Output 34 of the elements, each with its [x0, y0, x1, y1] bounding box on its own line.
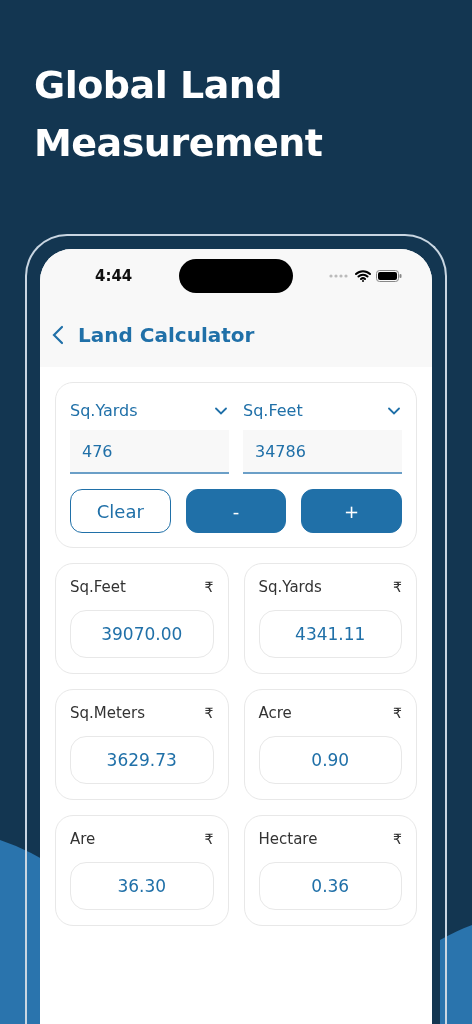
back-icon[interactable] — [52, 324, 64, 345]
wifi-icon — [355, 269, 371, 282]
unit-dropdown[interactable]: Sq.Yards — [70, 401, 138, 420]
unit-label: Sq.Yards — [258, 578, 322, 596]
chevron-down-icon[interactable] — [388, 406, 400, 415]
battery-icon — [376, 269, 402, 282]
currency-sign: ₹ — [204, 705, 214, 721]
currency-sign: ₹ — [393, 579, 402, 595]
result-value: 36.30 — [70, 862, 214, 910]
unit-label: Are — [70, 830, 96, 848]
screen-title: Land Calculator — [78, 322, 255, 347]
result-value: 3629.73 — [70, 736, 214, 784]
currency-sign: ₹ — [393, 831, 402, 847]
clear-button[interactable]: Clear — [70, 489, 171, 533]
result-value: 0.90 — [258, 736, 402, 784]
status-time: 4:44 — [95, 266, 133, 285]
result-value: 4341.11 — [258, 610, 402, 658]
signal-icon — [328, 273, 350, 278]
unit-label: Hectare — [258, 830, 318, 848]
input-field[interactable]: 34786 — [243, 430, 402, 474]
result-value: 0.36 — [258, 862, 402, 910]
input-field[interactable]: 476 — [70, 430, 229, 474]
unit-label: Acre — [258, 704, 292, 722]
unit-dropdown[interactable]: Sq.Feet — [243, 401, 303, 420]
currency-sign: ₹ — [393, 705, 402, 721]
unit-label: Sq.Meters — [70, 704, 146, 722]
result-value: 39070.00 — [70, 610, 214, 658]
currency-sign: ₹ — [204, 831, 214, 847]
action-button[interactable]: - — [185, 489, 287, 533]
action-button[interactable]: + — [301, 489, 402, 533]
currency-sign: ₹ — [204, 579, 214, 595]
headline: Global Land Measurement — [33, 62, 324, 167]
unit-label: Sq.Feet — [70, 578, 126, 596]
chevron-down-icon[interactable] — [215, 406, 227, 415]
